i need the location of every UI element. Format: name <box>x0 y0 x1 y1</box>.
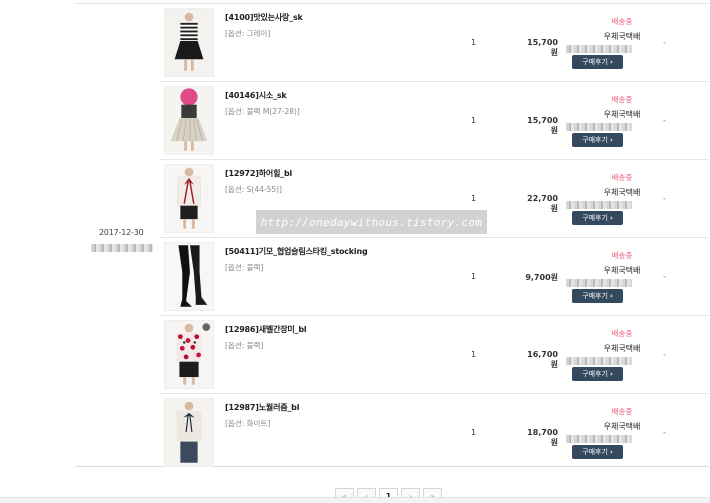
blog-watermark: http://onedaywithous.tistory.com <box>256 210 487 234</box>
horizontal-scrollbar[interactable] <box>0 497 710 503</box>
shipping-status: 배송중 우체국택배 <box>580 250 664 276</box>
table-row: [12986]새벨간장미_bl [옵션: 블랙] 1 16,700원 배송중 우… <box>160 316 709 394</box>
extra-column-value: - <box>663 350 666 359</box>
review-button-label: 구매후기 <box>582 136 608 144</box>
shipping-status: 배송중 우체국택배 <box>580 16 664 42</box>
review-button-label: 구매후기 <box>582 58 608 66</box>
chevron-right-icon: › <box>609 214 613 222</box>
review-button-label: 구매후기 <box>582 214 608 222</box>
chevron-right-icon: › <box>609 58 613 66</box>
status-badge: 배송중 <box>611 17 633 26</box>
status-badge: 배송중 <box>611 95 633 104</box>
table-row: [4100]맛있는사랑_sk [옵션: 그레이] 1 15,700원 배송중 우… <box>160 4 709 82</box>
order-items-table: 2017-12-30 [4100]맛있는사랑_sk [옵션: 그레이] 1 15… <box>75 3 709 467</box>
product-option: [옵션: 블랙 M(27-28)] <box>225 107 300 116</box>
review-button-label: 구매후기 <box>582 448 608 456</box>
product-thumbnail[interactable] <box>164 8 214 77</box>
extra-column-value: - <box>663 194 666 203</box>
chevron-right-icon: › <box>609 448 613 456</box>
status-badge: 배송중 <box>611 329 633 338</box>
tracking-number-redacted[interactable] <box>566 357 632 365</box>
status-badge: 배송중 <box>611 251 633 260</box>
product-option: [옵션: 그레이] <box>225 29 271 38</box>
extra-column-value: - <box>663 272 666 281</box>
product-name[interactable]: [50411]기모_협업슬림스타킹_stocking <box>225 246 368 257</box>
table-row: [50411]기모_협업슬림스타킹_stocking [옵션: 블랙] 1 9,… <box>160 238 709 316</box>
product-price: 15,700원 <box>527 38 558 57</box>
product-option: [옵션: S(44-55)] <box>225 185 282 194</box>
product-thumbnail[interactable] <box>164 164 214 233</box>
product-thumbnail[interactable] <box>164 398 214 467</box>
extra-column-value: - <box>663 428 666 437</box>
product-quantity: 1 <box>471 194 477 203</box>
tracking-number-redacted[interactable] <box>566 201 632 209</box>
product-quantity: 1 <box>471 38 477 47</box>
striped-top-black-skirt-icon <box>165 9 213 76</box>
write-review-button[interactable]: 구매후기 › <box>572 289 623 303</box>
chevron-right-icon: › <box>609 292 613 300</box>
chevron-right-icon: › <box>609 136 613 144</box>
tracking-number-redacted[interactable] <box>566 435 632 443</box>
carrier-name: 우체국택배 <box>603 188 641 197</box>
black-stocking-icon <box>165 243 213 310</box>
carrier-name: 우체국택배 <box>603 110 641 119</box>
chevron-right-icon: › <box>609 370 613 378</box>
bow-blouse-icon <box>165 399 213 466</box>
product-quantity: 1 <box>471 272 477 281</box>
product-option: [옵션: 블랙] <box>225 263 264 272</box>
write-review-button[interactable]: 구매후기 › <box>572 445 623 459</box>
status-badge: 배송중 <box>611 173 633 182</box>
ribbon-blouse-icon <box>165 165 213 232</box>
table-row: [40146]시소_sk [옵션: 블랙 M(27-28)] 1 15,700원… <box>160 82 709 160</box>
write-review-button[interactable]: 구매후기 › <box>572 55 623 69</box>
shipping-status: 배송중 우체국택배 <box>580 94 664 120</box>
product-thumbnail[interactable] <box>164 242 214 311</box>
product-name[interactable]: [12986]새벨간장미_bl <box>225 324 307 335</box>
tracking-number-redacted[interactable] <box>566 45 632 53</box>
shipping-status: 배송중 우체국택배 <box>580 172 664 198</box>
product-price: 9,700원 <box>525 273 558 282</box>
product-price: 15,700원 <box>527 116 558 135</box>
floral-blouse-icon <box>165 321 213 388</box>
product-option: [옵션: 블랙] <box>225 341 264 350</box>
status-badge: 배송중 <box>611 407 633 416</box>
shipping-status: 배송중 우체국택배 <box>580 406 664 432</box>
product-name[interactable]: [4100]맛있는사랑_sk <box>225 12 303 23</box>
table-row: [12987]노월러즘_bl [옵션: 화이트] 1 18,700원 배송중 우… <box>160 394 709 472</box>
carrier-name: 우체국택배 <box>603 344 641 353</box>
carrier-name: 우체국택배 <box>603 266 641 275</box>
product-name[interactable]: [12987]노월러즘_bl <box>225 402 299 413</box>
write-review-button[interactable]: 구매후기 › <box>572 211 623 225</box>
write-review-button[interactable]: 구매후기 › <box>572 133 623 147</box>
shipping-status: 배송중 우체국택배 <box>580 328 664 354</box>
product-quantity: 1 <box>471 428 477 437</box>
product-name[interactable]: [40146]시소_sk <box>225 90 287 101</box>
product-option: [옵션: 화이트] <box>225 419 271 428</box>
review-button-label: 구매후기 <box>582 292 608 300</box>
product-price: 22,700원 <box>527 194 558 213</box>
order-number-redacted <box>91 244 153 252</box>
carrier-name: 우체국택배 <box>603 32 641 41</box>
product-thumbnail[interactable] <box>164 86 214 155</box>
product-thumbnail[interactable] <box>164 320 214 389</box>
pleated-skirt-icon <box>165 87 213 154</box>
carrier-name: 우체국택배 <box>603 422 641 431</box>
tracking-number-redacted[interactable] <box>566 279 632 287</box>
order-date-cell: 2017-12-30 <box>75 4 160 468</box>
product-price: 18,700원 <box>527 428 558 447</box>
product-price: 16,700원 <box>527 350 558 369</box>
product-quantity: 1 <box>471 350 477 359</box>
product-quantity: 1 <box>471 116 477 125</box>
product-name[interactable]: [12972]하어힐_bl <box>225 168 292 179</box>
review-button-label: 구매후기 <box>582 370 608 378</box>
tracking-number-redacted[interactable] <box>566 123 632 131</box>
extra-column-value: - <box>663 116 666 125</box>
write-review-button[interactable]: 구매후기 › <box>572 367 623 381</box>
order-date: 2017-12-30 <box>99 228 144 237</box>
extra-column-value: - <box>663 38 666 47</box>
